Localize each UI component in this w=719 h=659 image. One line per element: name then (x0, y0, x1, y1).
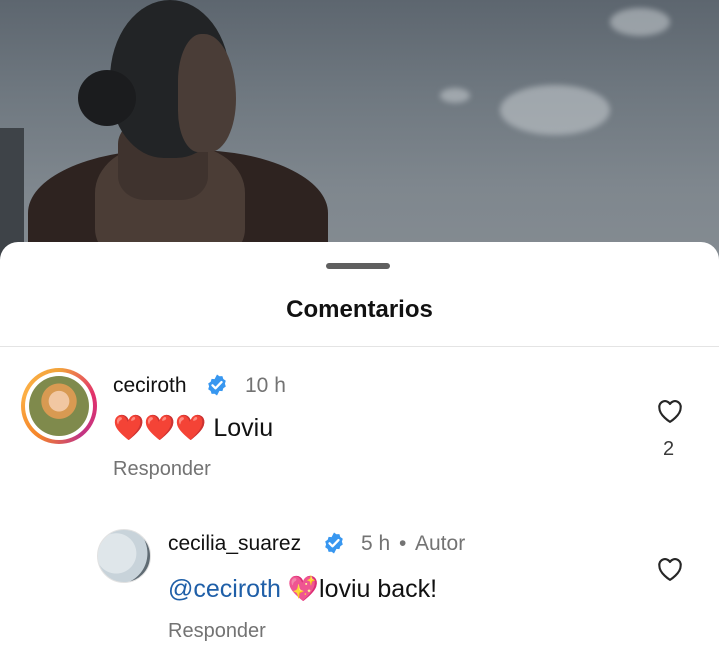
cloud-shape (500, 85, 610, 135)
reply-body: loviu back! (319, 575, 438, 603)
verified-badge-icon (208, 374, 226, 396)
comment-body: Loviu (213, 414, 274, 442)
like-heart-icon[interactable] (655, 554, 685, 582)
sheet-title: Comentarios (286, 296, 433, 323)
person-face-shape (178, 34, 236, 152)
avatar[interactable] (97, 529, 151, 583)
dot-separator: • (399, 532, 407, 555)
avatar-ring-gap (25, 372, 93, 440)
avatar[interactable] (29, 376, 89, 436)
cloud-shape (440, 88, 470, 103)
comment-username[interactable]: ceciroth (113, 374, 187, 398)
mention-link[interactable]: @ceciroth (168, 575, 281, 603)
heart-emoji-icon: ❤️❤️❤️ (113, 414, 207, 442)
reply-time: 5 h (361, 532, 391, 555)
cloud-shape (610, 8, 670, 36)
comment-text: ❤️❤️❤️ Loviu (113, 414, 273, 443)
person-bun-shape (78, 70, 136, 126)
reply-username[interactable]: cecilia_suarez (168, 532, 301, 556)
reply-button[interactable]: Responder (113, 458, 211, 481)
comment-time: 10 h (245, 374, 286, 397)
verified-badge-icon (325, 532, 343, 554)
reply-text: @ceciroth 💖loviu back! (168, 575, 437, 604)
avatar-story-ring[interactable] (21, 368, 97, 444)
reply-button[interactable]: Responder (168, 620, 266, 643)
drag-handle[interactable] (326, 263, 390, 269)
like-heart-icon[interactable] (655, 396, 685, 424)
sparkling-heart-emoji-icon: 💖 (287, 575, 320, 603)
comments-sheet: Comentarios ceciroth 10 h ❤️❤️❤️ Loviu R… (0, 242, 719, 659)
like-count: 2 (663, 438, 675, 460)
author-label: Autor (415, 532, 466, 555)
post-photo-background (0, 0, 719, 270)
divider (0, 346, 719, 347)
